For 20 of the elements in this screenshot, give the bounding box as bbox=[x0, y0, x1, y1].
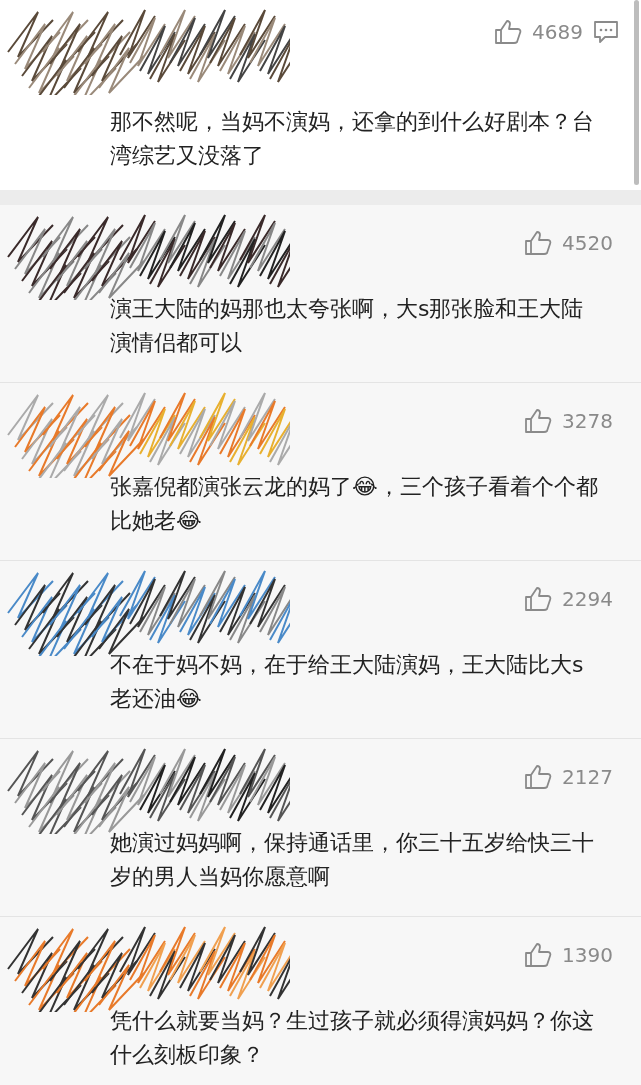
like-count: 4689 bbox=[532, 20, 583, 44]
comment-text: 演王大陆的妈那也太夸张啊，大s那张脸和王大陆演情侣都可以 bbox=[110, 295, 585, 357]
comment-icon[interactable] bbox=[593, 20, 619, 44]
comment-text: 她演过妈妈啊，保持通话里，你三十五岁给快三十岁的男人当妈你愿意啊 bbox=[110, 829, 595, 891]
thumbs-up-icon bbox=[524, 764, 553, 790]
like-count: 4520 bbox=[562, 231, 613, 255]
thumbs-up-icon bbox=[524, 942, 553, 968]
scrollbar[interactable] bbox=[634, 0, 639, 185]
like-count: 3278 bbox=[562, 409, 613, 433]
thumbs-up-icon bbox=[524, 586, 553, 612]
comment-text: 不在于妈不妈，在于给王大陆演妈，王大陆比大s老还油😂 bbox=[110, 651, 585, 713]
like-count: 1390 bbox=[562, 943, 613, 967]
thumbs-up-icon bbox=[524, 230, 553, 256]
comment-text: 凭什么就要当妈？生过孩子就必须得演妈妈？你这什么刻板印象？ bbox=[110, 1007, 595, 1069]
like-count: 2294 bbox=[562, 587, 613, 611]
comment-text: 那不然呢，当妈不演妈，还拿的到什么好剧本？台湾综艺又没落了 bbox=[110, 108, 595, 170]
thumbs-up-icon bbox=[494, 19, 523, 45]
like-count: 2127 bbox=[562, 765, 613, 789]
comment-text: 张嘉倪都演张云龙的妈了😂，三个孩子看着个个都比她老😂 bbox=[110, 473, 599, 535]
thumbs-up-icon bbox=[524, 408, 553, 434]
